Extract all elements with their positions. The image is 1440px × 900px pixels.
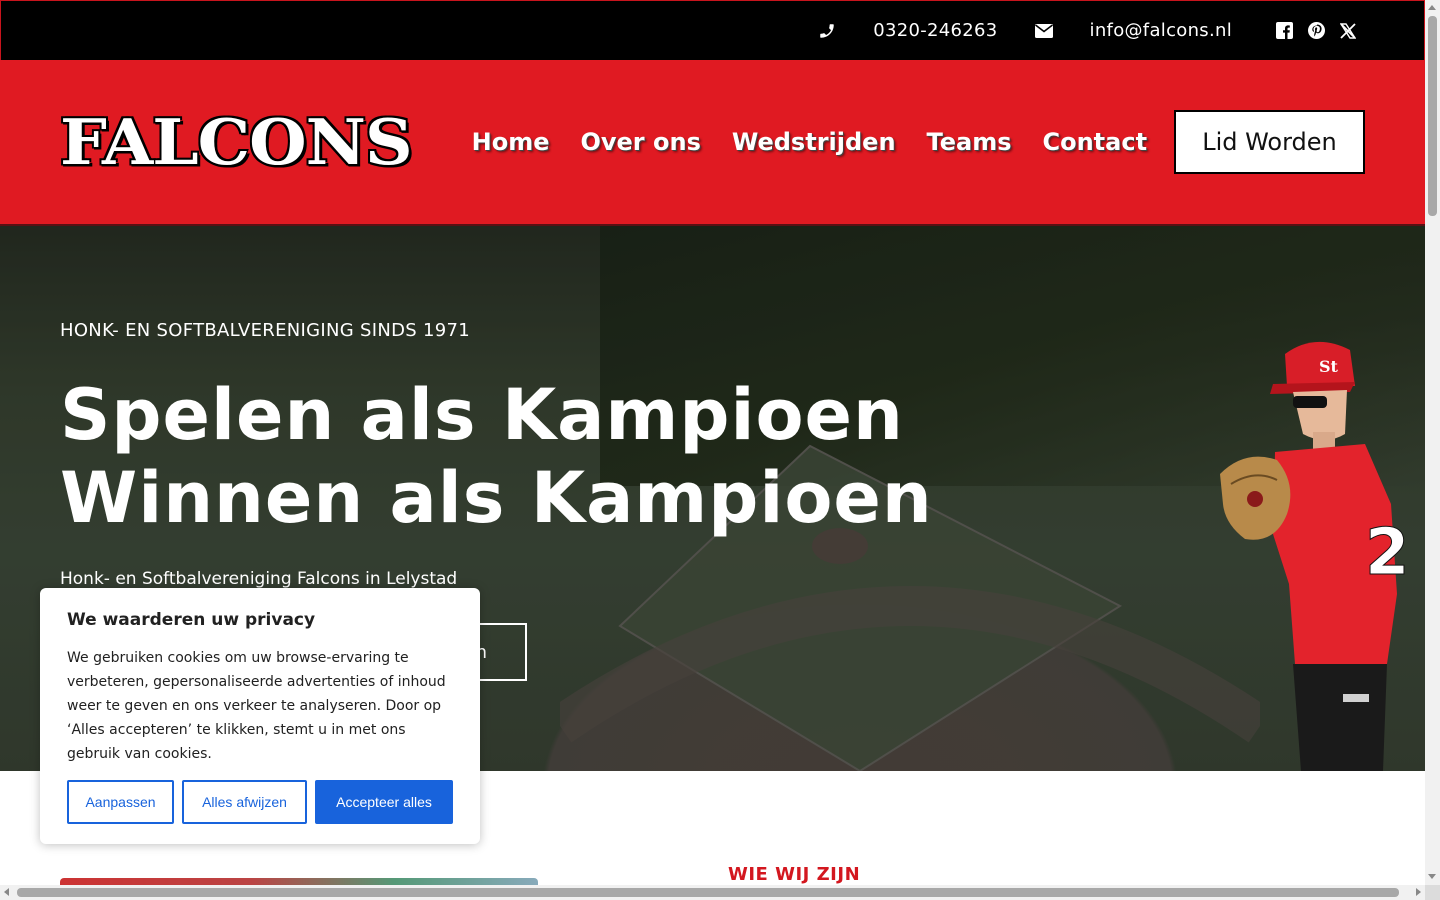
- scroll-up-arrow[interactable]: [1428, 5, 1436, 10]
- scroll-left-arrow[interactable]: [4, 888, 9, 896]
- facebook-icon[interactable]: [1274, 21, 1294, 41]
- scrollbar-corner: [1425, 885, 1440, 900]
- scroll-right-arrow[interactable]: [1416, 888, 1421, 896]
- cookie-reject-button[interactable]: Alles afwijzen: [182, 780, 307, 824]
- scroll-down-arrow[interactable]: [1428, 874, 1436, 879]
- pinterest-icon[interactable]: [1306, 21, 1326, 41]
- nav-item-teams[interactable]: Teams: [927, 128, 1012, 156]
- player-image: St 2: [1220, 341, 1405, 771]
- page: 0320-246263 info@falcons.nl FALCONS Home…: [0, 0, 1440, 900]
- hero-title-line-1: Spelen als Kampioen: [60, 374, 904, 456]
- vertical-scrollbar[interactable]: [1425, 0, 1440, 885]
- x-icon[interactable]: [1338, 21, 1358, 41]
- site-logo[interactable]: FALCONS: [60, 105, 413, 179]
- vertical-scroll-thumb[interactable]: [1428, 16, 1437, 216]
- cookie-buttons: Aanpassen Alles afwijzen Accepteer alles: [67, 780, 453, 824]
- hero-title: Spelen als Kampioen Winnen als Kampioen: [60, 374, 933, 540]
- hero-title-line-2: Winnen als Kampioen: [60, 457, 933, 539]
- envelope-icon: [1034, 21, 1054, 41]
- phone-icon: [817, 21, 837, 41]
- main-nav: Home Over ons Wedstrijden Teams Contact: [472, 128, 1147, 156]
- top-bar: 0320-246263 info@falcons.nl: [0, 0, 1425, 60]
- nav-item-home[interactable]: Home: [472, 128, 550, 156]
- site-header: FALCONS Home Over ons Wedstrijden Teams …: [0, 60, 1425, 226]
- nav-item-contact[interactable]: Contact: [1042, 128, 1147, 156]
- nav-item-over-ons[interactable]: Over ons: [580, 128, 700, 156]
- cookie-consent-dialog: We waarderen uw privacy We gebruiken coo…: [40, 588, 480, 844]
- section-label-wie-wij-zijn: WIE WIJ ZIJN: [728, 864, 861, 885]
- svg-text:St: St: [1319, 357, 1339, 376]
- nav-item-wedstrijden[interactable]: Wedstrijden: [732, 128, 896, 156]
- hero-subtitle: Honk- en Softbalvereniging Falcons in Le…: [60, 569, 458, 589]
- phone-link[interactable]: 0320-246263: [873, 20, 997, 41]
- cookie-accept-button[interactable]: Accepteer alles: [315, 780, 453, 824]
- social-links: [1274, 21, 1358, 41]
- cookie-body: We gebruiken cookies om uw browse-ervari…: [67, 650, 446, 762]
- cookie-title: We waarderen uw privacy: [67, 610, 316, 630]
- email-link[interactable]: info@falcons.nl: [1090, 20, 1232, 41]
- horizontal-scrollbar[interactable]: [0, 885, 1425, 900]
- horizontal-scroll-thumb[interactable]: [17, 888, 1399, 897]
- svg-text:2: 2: [1365, 516, 1405, 590]
- lid-worden-button[interactable]: Lid Worden: [1174, 110, 1365, 174]
- cookie-customize-button[interactable]: Aanpassen: [67, 780, 174, 824]
- hero-kicker: HONK- EN SOFTBALVERENIGING SINDS 1971: [60, 320, 471, 341]
